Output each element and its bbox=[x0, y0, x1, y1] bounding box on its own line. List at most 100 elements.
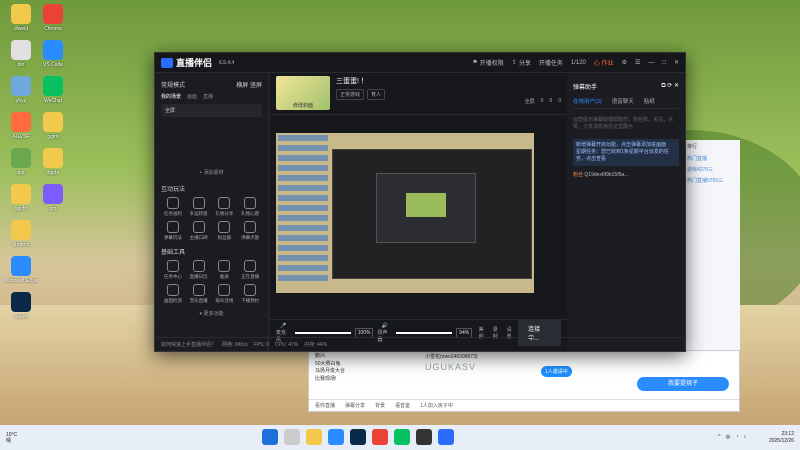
desktop-icon[interactable]: Chrome bbox=[36, 2, 70, 38]
chat-user[interactable]: 粉丝 bbox=[573, 172, 583, 178]
chat-window[interactable]: 鹏兴 50大赛白兔 马扬月俊大合 比赛现场! 小雪花(owo246398973)… bbox=[308, 350, 740, 412]
tool-item[interactable]: 直播日历 bbox=[187, 260, 211, 280]
live-companion-window[interactable]: 直播伴侣 6.5.4.4 ⚑ 开播权限 ⇪ 分享 开播任务 1/120 心 作业… bbox=[154, 52, 686, 352]
desktop-icon[interactable]: bin bbox=[4, 38, 38, 74]
scene-tab[interactable]: 直播 bbox=[203, 93, 213, 100]
share-button[interactable]: ⇪ 分享 bbox=[512, 58, 531, 67]
tool-item[interactable]: 任务中心 bbox=[161, 260, 185, 280]
tool-item[interactable]: 礼物分享 bbox=[213, 197, 237, 217]
chat-list-item[interactable]: 马扬月俊大合 bbox=[315, 368, 419, 376]
help-link[interactable]: 如何快速上手直播伴侣？ bbox=[161, 341, 216, 348]
stream-preview[interactable] bbox=[276, 133, 534, 293]
chat-list-item[interactable]: 50大赛白兔 bbox=[315, 361, 419, 369]
desktop-icon[interactable]: yhyz bbox=[4, 74, 38, 110]
tool-item[interactable]: 任务福利 bbox=[161, 197, 185, 217]
tool-item[interactable]: 礼物心愿 bbox=[238, 197, 262, 217]
mode-title[interactable]: 常规模式 bbox=[161, 80, 185, 89]
steam-icon[interactable] bbox=[350, 429, 366, 445]
app-titlebar[interactable]: 直播伴侣 6.5.4.4 ⚑ 开播权限 ⇪ 分享 开播任务 1/120 心 作业… bbox=[155, 53, 685, 73]
add-material-button[interactable]: + 添加素材 bbox=[161, 169, 262, 176]
tool-item[interactable]: 下播预约 bbox=[238, 284, 262, 304]
chat-list-item[interactable]: 比赛现场! bbox=[315, 376, 419, 384]
menu-icon[interactable]: ☰ bbox=[635, 59, 640, 66]
tab-stickers[interactable]: 贴纸 bbox=[644, 97, 655, 105]
side-link[interactable]: 热门直播5750三 bbox=[684, 175, 740, 186]
speaker-slider[interactable] bbox=[396, 331, 453, 334]
scene-section-title[interactable]: 我的场景 bbox=[161, 93, 181, 100]
stream-cover[interactable]: 修改封面 bbox=[276, 76, 330, 110]
speaker-volume[interactable]: 94% bbox=[456, 327, 473, 338]
chat-tool[interactable]: 弹幕分享 bbox=[345, 402, 365, 409]
desktop-icon[interactable]: ngchr bbox=[4, 182, 38, 218]
tool-item[interactable]: 正在直播 bbox=[238, 260, 262, 280]
side-tab[interactable]: 排行 bbox=[684, 140, 740, 153]
fullscreen-toggle[interactable]: 全屏 bbox=[525, 98, 535, 105]
stream-title[interactable]: 三蛋蛋! ！ bbox=[336, 76, 385, 86]
start-icon[interactable] bbox=[262, 429, 278, 445]
cover-caption[interactable]: 修改封面 bbox=[276, 102, 330, 109]
side-link[interactable]: 热门直播 bbox=[684, 153, 740, 164]
tool-item[interactable]: 观众连线 bbox=[213, 284, 237, 304]
wifi-icon[interactable]: ◔ bbox=[735, 434, 738, 441]
desktop-icon[interactable]: gm bbox=[36, 182, 70, 218]
folder-icon[interactable] bbox=[306, 429, 322, 445]
ime-icon[interactable]: 中 bbox=[725, 434, 730, 441]
stream-tag[interactable]: 育人 bbox=[367, 89, 386, 100]
clock[interactable]: 23:12 2025/12/26 bbox=[769, 431, 794, 444]
desktop-icon[interactable]: Microsoft Edge bbox=[4, 254, 38, 290]
scene-item[interactable]: 全屏 bbox=[161, 104, 262, 117]
tray-expand-icon[interactable]: ^ bbox=[718, 434, 720, 441]
search-icon[interactable] bbox=[284, 429, 300, 445]
pick-button[interactable]: 我要提挑子 bbox=[637, 377, 729, 391]
scene-tab[interactable]: 画面 bbox=[187, 93, 197, 100]
weather-widget[interactable]: 10°C 晴 bbox=[6, 432, 17, 444]
side-link[interactable]: 游戏4270三 bbox=[684, 164, 740, 175]
desktop-icon[interactable]: Steam bbox=[4, 290, 38, 326]
tool-item[interactable]: 粉丝群 bbox=[213, 221, 237, 241]
desktop-icon[interactable]: dgf bbox=[4, 146, 38, 182]
live-permission-button[interactable]: ⚑ 开播权限 bbox=[472, 58, 503, 67]
panel-controls-icon[interactable]: ⧉ ⟳ ✕ bbox=[661, 82, 679, 91]
tool-item[interactable]: 弹幕玩法 bbox=[161, 221, 185, 241]
chat-tool[interactable]: 背景 bbox=[375, 402, 385, 409]
tool-item[interactable]: 截屏 bbox=[213, 260, 237, 280]
stream-tag[interactable]: 正常游戏 bbox=[336, 89, 365, 100]
tool-item[interactable]: 画面检测 bbox=[161, 284, 185, 304]
mode-tab[interactable]: 竖屏 bbox=[250, 83, 262, 89]
mode-tab[interactable]: 横屏 bbox=[236, 83, 248, 89]
desktop-icon[interactable]: shroom bbox=[4, 218, 38, 254]
app-icon[interactable] bbox=[438, 429, 454, 445]
tool-item[interactable]: 弹幕点歌 bbox=[238, 221, 262, 241]
chrome-icon[interactable] bbox=[372, 429, 388, 445]
live-companion-icon[interactable] bbox=[416, 429, 432, 445]
desktop-icon[interactable]: dgpbr bbox=[36, 146, 70, 182]
tool-item[interactable]: 主播口碑 bbox=[187, 221, 211, 241]
desktop-icon[interactable]: ggtrn bbox=[36, 110, 70, 146]
desktop-icon[interactable]: WeChat bbox=[36, 74, 70, 110]
wechat-icon[interactable] bbox=[394, 429, 410, 445]
chat-list-item[interactable]: 鹏兴 bbox=[315, 353, 419, 361]
minimize-icon[interactable]: — bbox=[648, 60, 654, 66]
chat-tool[interactable]: 语音室 bbox=[395, 402, 410, 409]
tab-voice[interactable]: 语音聊天 bbox=[612, 97, 634, 105]
notice-card[interactable]: 新增弹幕开启功能，点击弹幕添加进画面 星期任务：您已收到1条星期平台派发的任务，… bbox=[573, 139, 679, 166]
desktop-icon[interactable]: VS Code bbox=[36, 38, 70, 74]
chat-tool[interactable]: 看你直播 bbox=[315, 402, 335, 409]
more-features-button[interactable]: ▾ 更多功能 bbox=[161, 310, 262, 317]
volume-icon[interactable]: ♪ bbox=[744, 434, 747, 441]
invite-pill[interactable]: 1人邀请中 bbox=[541, 366, 572, 377]
homework-button[interactable]: 心 作业 bbox=[594, 58, 614, 67]
desktop-icon[interactable]: AGVSF bbox=[4, 110, 38, 146]
maximize-icon[interactable]: □ bbox=[662, 60, 666, 66]
mic-slider[interactable] bbox=[294, 331, 351, 334]
mic-volume[interactable]: 100% bbox=[354, 327, 374, 338]
tool-item[interactable]: 幸运转盘 bbox=[187, 197, 211, 217]
close-icon[interactable]: ✕ bbox=[674, 59, 679, 66]
tool-item[interactable]: 音乐直播 bbox=[187, 284, 211, 304]
task-button[interactable]: 开播任务 bbox=[539, 58, 563, 67]
edge-icon[interactable] bbox=[328, 429, 344, 445]
desktop-icon[interactable]: dlwnld bbox=[4, 2, 38, 38]
tab-online-users[interactable]: 在线用户(2) bbox=[573, 97, 602, 105]
chat-tool[interactable]: 1人加入房子中 bbox=[420, 402, 453, 409]
settings-icon[interactable]: ⚙ bbox=[622, 59, 627, 66]
